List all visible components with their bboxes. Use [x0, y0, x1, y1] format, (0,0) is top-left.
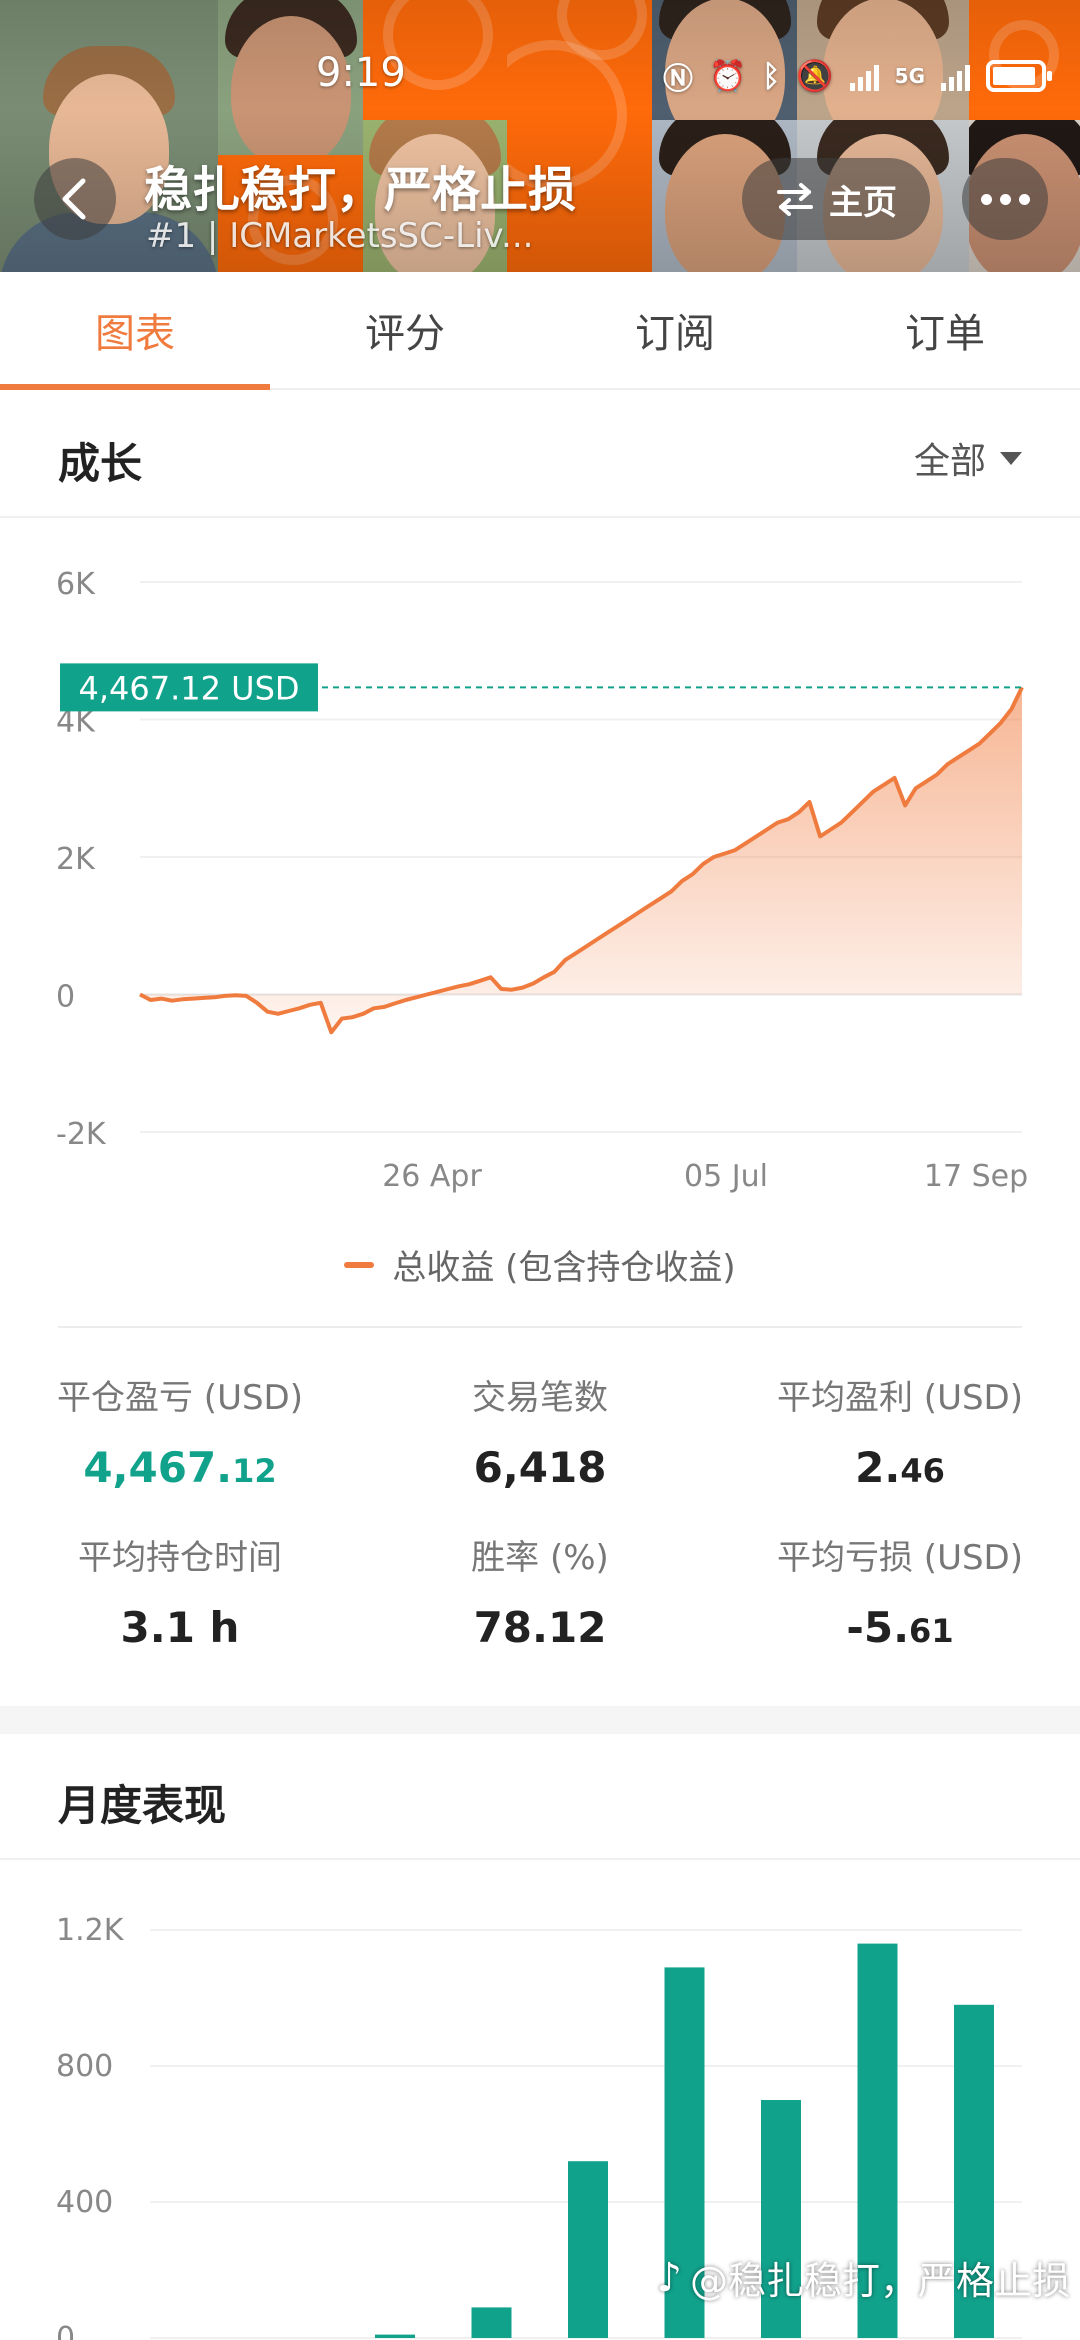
stat-label: 胜率 (%) — [471, 1538, 609, 1578]
stat-item: 平均盈利 (USD) 2.46 — [720, 1370, 1080, 1492]
growth-chart-svg: -2K02K4K6K26 Apr 05 Jul 17 Sep4,467.12 USD — [56, 567, 1028, 1194]
tiktok-logo-icon: ♪ — [656, 2254, 682, 2301]
x-tick-label: 05 Jul — [684, 1159, 768, 1194]
signal-icon — [849, 61, 879, 91]
stat-label: 平仓盈亏 (USD) — [57, 1378, 303, 1418]
account-subtitle: #1 | ICMarketsSC-Liv... — [146, 216, 534, 256]
tab-subscribe[interactable]: 订阅 — [540, 272, 810, 388]
alarm-icon: ⏰ — [708, 58, 747, 94]
more-dot-icon — [999, 193, 1011, 205]
bar — [471, 2307, 512, 2338]
y-tick-label: 800 — [56, 2049, 113, 2084]
profile-header: 9:19 Ⓝ ⏰ ᛒ 🔕 5G 稳扎稳打，严格止损 #1 | ICMarkets… — [0, 0, 1080, 272]
divider — [58, 1326, 1022, 1328]
tab-chart[interactable]: 图表 — [0, 272, 270, 390]
tab-rating[interactable]: 评分 — [270, 272, 540, 388]
bluetooth-icon: ᛒ — [762, 58, 781, 94]
y-tick-label: 0 — [56, 980, 75, 1015]
growth-chart: -2K 0 2K 4K 6K 26 Apr 05 Jul 17 Sep 4,467.12 USD — [0, 520, 1080, 1220]
status-icons: Ⓝ ⏰ ᛒ 🔕 5G — [662, 54, 1052, 98]
battery-icon — [986, 60, 1052, 92]
legend-label: 总收益 (包含持仓收益) — [392, 1248, 736, 1288]
mute-icon: 🔕 — [796, 58, 834, 94]
stat-item: 交易笔数 6,418 — [360, 1370, 720, 1492]
growth-section-header: 成长 全部 — [0, 392, 1080, 518]
y-tick-label: 1.2K — [56, 1913, 125, 1948]
stat-value: 4,467.12 — [83, 1443, 277, 1492]
stat-value: 3.1 h — [120, 1603, 240, 1652]
tab-bar: 图表 评分 订阅 订单 — [0, 272, 1080, 390]
more-dot-icon — [980, 193, 992, 205]
home-button[interactable]: 主页 — [742, 158, 930, 240]
home-button-label: 主页 — [829, 182, 897, 223]
stat-value: 2.46 — [855, 1443, 945, 1492]
watermark: ♪ @稳扎稳打，严格止损 — [656, 2250, 1070, 2305]
stat-value: -5.61 — [846, 1603, 954, 1652]
section-gap — [0, 1706, 1080, 1734]
y-tick-label: 2K — [56, 842, 96, 877]
series-area — [140, 687, 1022, 1033]
y-tick-label: -2K — [56, 1117, 107, 1152]
back-arrow-icon — [62, 178, 86, 220]
monthly-section-header: 月度表现 — [0, 1734, 1080, 1860]
range-dropdown[interactable]: 全部 — [914, 432, 1022, 484]
stat-value: 78.12 — [473, 1603, 607, 1652]
x-tick-label: 17 Sep — [924, 1159, 1028, 1194]
monthly-title: 月度表现 — [58, 1781, 227, 1830]
more-dot-icon — [1018, 193, 1030, 205]
stat-label: 平均亏损 (USD) — [777, 1538, 1023, 1578]
bar — [568, 2161, 608, 2338]
status-bar: 9:19 Ⓝ ⏰ ᛒ 🔕 5G — [0, 40, 1080, 110]
stat-item: 平均亏损 (USD) -5.61 — [720, 1530, 1080, 1652]
stats-grid: 平仓盈亏 (USD) 4,467.12 交易笔数 6,418 平均盈利 (USD) 2.4… — [0, 1370, 1080, 1700]
growth-title: 成长 — [58, 439, 143, 488]
stat-value-decimals: 12 — [232, 1452, 277, 1490]
caret-down-icon — [1000, 451, 1022, 465]
y-tick-label: 0 — [56, 2321, 75, 2340]
stat-item: 胜率 (%) 78.12 — [360, 1530, 720, 1652]
growth-legend: 总收益 (包含持仓收益) — [0, 1240, 1080, 1289]
bar — [375, 2334, 415, 2338]
stat-label: 平均盈利 (USD) — [777, 1378, 1023, 1418]
network-type-label: 5G — [894, 64, 925, 88]
more-options-button[interactable] — [962, 158, 1048, 240]
status-time: 9:19 — [316, 50, 406, 96]
stat-value: 6,418 — [473, 1443, 607, 1492]
stat-label: 交易笔数 — [472, 1378, 608, 1418]
current-value-label: 4,467.12 USD — [78, 669, 299, 707]
stat-item: 平均持仓时间 3.1 h — [0, 1530, 360, 1652]
stat-label: 平均持仓时间 — [78, 1538, 282, 1578]
page-title: 稳扎稳打，严格止损 — [144, 162, 577, 218]
legend-swatch — [344, 1261, 375, 1268]
swap-icon — [777, 183, 813, 216]
back-button[interactable] — [34, 158, 116, 240]
stat-value-decimals: 46 — [900, 1452, 945, 1490]
range-value: 全部 — [913, 441, 986, 482]
watermark-text: @稳扎稳打，严格止损 — [689, 2259, 1070, 2303]
signal-icon — [941, 61, 970, 91]
y-tick-label: 400 — [56, 2185, 113, 2220]
stat-item: 平仓盈亏 (USD) 4,467.12 — [0, 1370, 360, 1492]
nfc-icon: Ⓝ — [662, 62, 693, 97]
x-tick-label: 26 Apr — [382, 1159, 482, 1194]
tab-orders[interactable]: 订单 — [810, 272, 1080, 388]
stat-value-decimals: 61 — [909, 1612, 954, 1650]
y-tick-label: 6K — [56, 567, 96, 602]
